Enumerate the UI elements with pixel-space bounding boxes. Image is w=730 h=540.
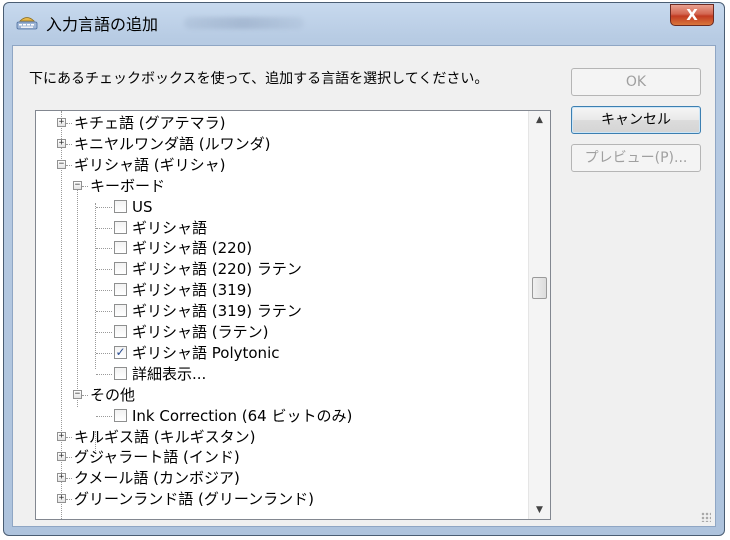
tree-item-keyboard[interactable]: ギリシャ語 (319) [36,280,526,300]
tree-guide-line [96,269,112,271]
tree-item-language[interactable]: + キニヤルワンダ語 (ルワンダ) [36,134,526,154]
tree-item-group[interactable]: − その他 [36,385,526,405]
preview-button[interactable]: プレビュー(P)... [571,144,701,172]
tree-item-label: 詳細表示... [132,364,207,383]
tree-scrollbar[interactable]: ▲ ▼ [528,111,550,519]
arrow-up-icon[interactable]: ▲ [529,111,550,129]
tree-item-label: グリーンランド語 (グリーンランド) [74,490,314,509]
tree-item-label: キチェ語 (グアテマラ) [74,114,226,132]
tree-item-label: ギリシャ語 (ラテン) [132,323,269,341]
tree-guide-line [96,373,112,375]
tree-item-label: グジャラート語 (インド) [74,448,240,467]
tree-item-label: その他 [90,385,136,404]
dialog-body: 下にあるチェックボックスを使って、追加する言語を選択してください。 OK キャン… [12,45,716,527]
tree-guide-line [66,478,72,480]
tree-guide-line [96,248,112,250]
tree-content: + キチェ語 (グアテマラ) + キニヤルワンダ語 (ルワンダ) − ギリシャ語 (ギリシ… [36,111,528,519]
tree-item-keyboard[interactable]: 詳細表示... [36,364,526,384]
tree-guide-line [96,227,112,229]
ok-button[interactable]: OK [571,68,701,96]
cancel-button[interactable]: キャンセル [571,106,701,134]
tree-item-label: キーボード [90,176,166,195]
tree-guide-line [82,394,88,396]
tree-item-label: クメール語 (カンボジア) [74,469,240,488]
tree-guide-line [66,164,72,166]
tree-item-label: ギリシャ語 (319) [132,281,253,300]
tree-item-language[interactable]: + グジャラート語 (インド) [36,447,526,467]
tree-item-label: キルギス語 (キルギスタン) [74,427,256,446]
collapse-icon[interactable]: − [73,180,82,190]
tree-item-language[interactable]: + キルギス語 (キルギスタン) [36,427,526,447]
tree-item-language[interactable]: − ギリシャ語 (ギリシャ) [36,155,526,175]
tree-item-keyboard[interactable]: ギリシャ語 [36,218,526,238]
checkbox[interactable]: ✓ [114,345,127,359]
title-blur-decoration [184,17,304,29]
tree-item-label: キニヤルワンダ語 (ルワンダ) [74,134,271,153]
scroll-thumb[interactable] [532,277,547,299]
tree-guide-line [96,290,112,292]
tree-item-label: Ink Correction (64 ビットのみ) [132,406,353,425]
instruction-text: 下にあるチェックボックスを使って、追加する言語を選択してください。 [29,71,489,87]
expand-icon[interactable]: + [57,431,66,441]
expand-icon[interactable]: + [57,118,66,127]
tree-item-keyboard[interactable]: ギリシャ語 (ラテン) [36,322,526,342]
expand-icon[interactable]: + [57,138,66,148]
checkbox[interactable] [114,283,127,297]
tree-guide-line [66,499,72,501]
title-bar[interactable]: 入力言語の追加 X [4,3,724,41]
tree-item-keyboard[interactable]: ギリシャ語 (319) ラテン [36,301,526,321]
tree-item-label: ギリシャ語 Polytonic [132,343,280,362]
tree-item-language[interactable]: + クメール語 (カンボジア) [36,468,526,488]
expand-icon[interactable]: + [57,494,66,504]
tree-guide-line [66,457,72,459]
collapse-icon[interactable]: − [73,389,82,399]
tree-item-label: ギリシャ語 (220) [132,239,253,258]
tree-guide-line [96,332,112,333]
tree-guide-line [96,311,112,313]
tree-item-keyboard[interactable]: ✓ ギリシャ語 Polytonic [36,343,526,363]
expand-icon[interactable]: + [57,473,66,483]
tree-item-keyboard[interactable]: Ink Correction (64 ビットのみ) [36,406,526,426]
tree-item-keyboard[interactable]: ギリシャ語 (220) ラテン [36,259,526,279]
tree-guide-line [66,436,72,438]
tree-guide-line [66,123,72,124]
tree-guide-line [96,206,112,208]
resize-grip-icon[interactable] [701,512,711,522]
checkbox[interactable] [114,304,127,318]
tree-item-language[interactable]: + キチェ語 (グアテマラ) [36,113,526,133]
collapse-icon[interactable]: − [57,159,66,169]
expand-icon[interactable]: + [57,452,66,462]
window-title: 入力言語の追加 [46,15,159,34]
checkbox[interactable] [114,241,127,255]
checkbox[interactable] [114,366,127,380]
tree-item-label: ギリシャ語 (220) ラテン [132,260,302,279]
checkbox[interactable] [114,325,127,338]
tree-item-group[interactable]: − キーボード [36,176,526,196]
close-button[interactable]: X [670,4,714,26]
tree-item-label: ギリシャ語 [132,218,208,237]
add-input-language-dialog: 入力言語の追加 X 下にあるチェックボックスを使って、追加する言語を選択してくだ… [3,2,725,536]
tree-guide-line [82,185,88,187]
arrow-down-icon[interactable]: ▼ [529,501,550,519]
tree-guide-line [66,143,72,145]
tree-item-language[interactable]: + グリーンランド語 (グリーンランド) [36,489,526,509]
tree-item-label: US [132,197,153,216]
tree-guide-line [96,415,112,417]
checkbox[interactable] [114,199,127,213]
tree-item-label: ギリシャ語 (ギリシャ) [74,155,226,174]
tree-item-keyboard[interactable]: ギリシャ語 (220) [36,238,526,258]
checkbox[interactable] [114,262,127,276]
language-tree[interactable]: + キチェ語 (グアテマラ) + キニヤルワンダ語 (ルワンダ) − ギリシャ語 (ギリシ… [35,110,551,520]
tree-guide-line [96,352,112,354]
tree-item-label: ギリシャ語 (319) ラテン [132,302,302,321]
checkbox[interactable] [114,220,127,234]
keyboard-language-icon [16,17,38,30]
tree-item-keyboard[interactable]: US [36,197,526,217]
checkbox[interactable] [114,408,127,422]
